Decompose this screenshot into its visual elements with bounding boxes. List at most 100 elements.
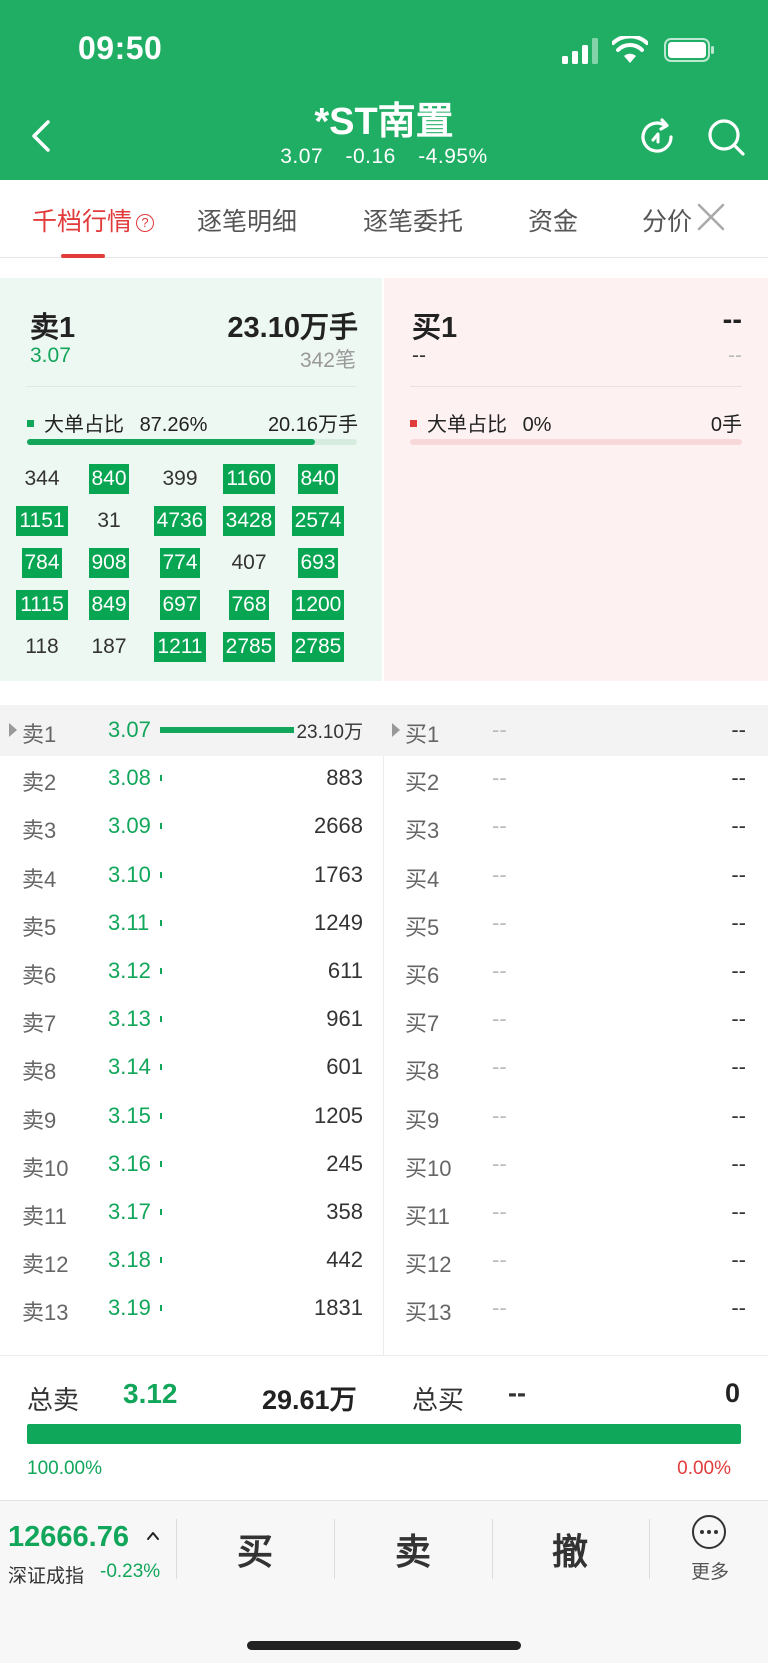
sell-level-volume-bar [160, 727, 294, 733]
order-summary: 总卖 3.12 29.61万 总买 -- 0 100.00% 0.00% [0, 1355, 768, 1500]
order-queue-cell: 840 [298, 464, 338, 494]
buy-level-label: 买7 [405, 1011, 440, 1037]
order-book-row[interactable]: 卖2 3.08 883 买2 -- -- [0, 753, 768, 804]
buy-level-volume: -- [731, 861, 746, 887]
buy-level-price: -- [492, 1006, 507, 1032]
buy-level-volume: -- [731, 717, 746, 742]
buy-big-order-pct: 0% [522, 414, 552, 436]
sell-level-volume: 1249 [314, 909, 363, 935]
sell-big-order-volume: 20.16万手 [267, 414, 358, 436]
order-book-row[interactable]: 卖10 3.16 245 买10 -- -- [0, 1139, 768, 1190]
more-label: 更多 [690, 1562, 729, 1583]
buy-level-volume: -- [731, 765, 746, 791]
sell-level-volume-bar [160, 919, 162, 926]
status-time: 09:50 [78, 30, 163, 66]
buy-button[interactable]: 买 [205, 1523, 305, 1575]
order-queue-cell: 2785 [223, 632, 275, 662]
green-dot-icon [27, 420, 34, 427]
sell1-detail-panel: 卖1 23.10万手 3.07 342笔 大单占比 87.26% 20.16万手… [0, 278, 382, 681]
order-book-row[interactable]: 卖3 3.09 2668 买3 -- -- [0, 801, 768, 852]
buy-level-price: -- [492, 1102, 507, 1128]
order-queue-cell: 784 [22, 548, 62, 578]
sell-level-label: 卖9 [22, 1107, 57, 1133]
buy-level-volume: -- [731, 1054, 746, 1080]
buy-level-price: -- [492, 1247, 507, 1273]
buy-level-label: 买3 [405, 818, 440, 844]
more-dots-icon [692, 1515, 726, 1549]
order-queue-cell: 344 [24, 467, 60, 490]
sell-level-price: 3.15 [108, 1102, 151, 1128]
buy-level-volume: -- [731, 1247, 746, 1273]
buy-level-label: 买10 [405, 1155, 452, 1181]
sell-button[interactable]: 卖 [363, 1523, 463, 1575]
tab-tick-detail[interactable]: 逐笔明细 [197, 202, 297, 238]
refresh-icon[interactable] [636, 116, 678, 158]
app-header: 09:50 *ST南置 3.07 -0.16 -4.95% [0, 0, 768, 180]
order-queue-cell: 399 [162, 467, 198, 490]
close-icon[interactable] [694, 200, 728, 234]
index-value: 12666.76 [8, 1521, 129, 1553]
sell-level-label: 卖5 [22, 914, 57, 940]
sell-level-price: 3.13 [108, 1006, 151, 1032]
sell1-order-count: 342笔 [299, 349, 356, 372]
tab-capital[interactable]: 资金 [528, 202, 578, 238]
order-book-row[interactable]: 卖5 3.11 1249 买5 -- -- [0, 898, 768, 949]
order-book-row[interactable]: 卖4 3.10 1763 买4 -- -- [0, 850, 768, 901]
red-dot-icon [410, 420, 417, 427]
sell-level-volume: 1205 [314, 1102, 363, 1128]
sell-level-volume-bar [160, 1257, 162, 1264]
search-icon[interactable] [705, 116, 747, 158]
buy-level-label: 买13 [405, 1300, 452, 1326]
sell-level-volume: 442 [326, 1247, 363, 1273]
tab-price-distribution[interactable]: 分价 [642, 202, 692, 238]
sell1-volume: 23.10万手 [227, 312, 358, 344]
buy-level-volume: -- [731, 1295, 746, 1321]
sell-level-volume-bar [160, 1160, 162, 1167]
sell-ratio-fill [27, 1424, 741, 1444]
order-book-row[interactable]: 卖6 3.12 611 买6 -- -- [0, 946, 768, 997]
buy-level-label: 买12 [405, 1252, 452, 1278]
sell-level-volume: 601 [326, 1054, 363, 1080]
buy-level-volume: -- [731, 1102, 746, 1128]
stock-change: -0.16 [345, 145, 396, 168]
sell-level-volume-bar [160, 1064, 162, 1071]
order-book-row[interactable]: 卖12 3.18 442 买12 -- -- [0, 1235, 768, 1286]
index-name: 深证成指 [8, 1566, 85, 1587]
sell-level-price: 3.12 [108, 958, 151, 983]
order-book-row[interactable]: 卖11 3.17 358 买11 -- -- [0, 1187, 768, 1238]
order-book: 卖1 3.07 23.10万 买1 -- -- 卖2 3.08 883 买2 -- -- 卖3 3.09 2… [0, 705, 768, 1355]
buy-level-label: 买9 [405, 1107, 440, 1133]
index-change: -0.23% [100, 1561, 161, 1582]
tab-tick-orders[interactable]: 逐笔委托 [363, 202, 463, 238]
sell-level-volume: 245 [326, 1150, 363, 1176]
sell-level-price: 3.17 [108, 1199, 151, 1224]
order-queue-cell: 2574 [292, 506, 344, 536]
buy1-volume: -- [722, 304, 742, 336]
sell-level-price: 3.11 [108, 909, 150, 935]
buy-level-volume: -- [731, 1150, 746, 1176]
buy1-label: 买1 [412, 312, 458, 344]
order-queue-cell: 768 [229, 590, 269, 620]
cancel-order-button[interactable]: 撤 [520, 1523, 620, 1575]
order-queue-cell: 1151 [16, 506, 68, 536]
buy-level-label: 买4 [405, 866, 440, 892]
sell-level-volume: 883 [326, 765, 363, 791]
buy-level-price: -- [492, 861, 507, 887]
tab-depth-quote[interactable]: 千档行情? [32, 202, 155, 238]
order-book-row[interactable]: 卖8 3.14 601 买8 -- -- [0, 1042, 768, 1093]
order-queue-grid: 344 840 399 1160 840 1151 31 4736 3428 2574 784 908… [12, 464, 372, 676]
buy1-order-count: -- [728, 344, 742, 367]
order-book-row[interactable]: 卖1 3.07 23.10万 买1 -- -- [0, 705, 768, 756]
order-queue-cell: 697 [160, 590, 200, 620]
order-queue-cell: 849 [89, 590, 129, 620]
sell-level-price: 3.19 [108, 1295, 151, 1321]
order-book-row[interactable]: 卖9 3.15 1205 买9 -- -- [0, 1091, 768, 1142]
wifi-icon [612, 36, 648, 63]
help-icon[interactable]: ? [136, 214, 155, 232]
order-book-row[interactable]: 卖7 3.13 961 买7 -- -- [0, 994, 768, 1045]
order-book-row[interactable]: 卖13 3.19 1831 买13 -- -- [0, 1283, 768, 1334]
sell-big-order-ratio: 大单占比 87.26% [27, 408, 207, 437]
sell-big-order-bar [27, 439, 357, 445]
sell-level-volume: 1831 [314, 1295, 363, 1321]
buy-level-price: -- [492, 909, 507, 935]
